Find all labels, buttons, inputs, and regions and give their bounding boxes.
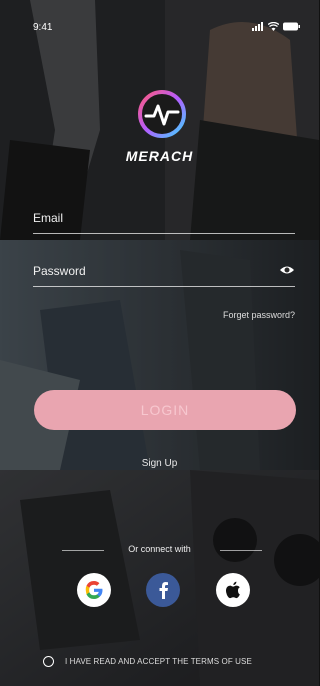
email-input[interactable]: [33, 205, 273, 231]
signal-icon: [252, 22, 263, 31]
apple-login-button[interactable]: [216, 573, 250, 607]
status-bar: 9:41: [0, 0, 319, 40]
social-divider: Or connect with: [0, 544, 319, 556]
terms-agreement[interactable]: I HAVE READ AND ACCEPT THE TERMS OF USE: [43, 654, 303, 668]
eye-icon[interactable]: [279, 264, 295, 276]
login-button[interactable]: LOGIN: [34, 390, 296, 430]
battery-icon: [283, 22, 300, 31]
facebook-icon: [159, 582, 168, 599]
terms-radio[interactable]: [43, 655, 54, 667]
facebook-login-button[interactable]: [146, 573, 180, 607]
brand-wordmark: MERACH: [125, 148, 194, 164]
forgot-password-link[interactable]: Forget password?: [223, 310, 295, 320]
login-screen: 9:41 MERACH Email Forget password? LOGIN…: [0, 0, 319, 686]
google-icon: [85, 581, 103, 599]
sign-up-link[interactable]: Sign Up: [0, 458, 319, 469]
google-login-button[interactable]: [77, 573, 111, 607]
status-icons: [252, 22, 301, 31]
status-time: 9:41: [33, 22, 53, 33]
password-input[interactable]: [33, 258, 273, 284]
merach-logo-icon: [138, 90, 186, 138]
divider-line-right: [220, 550, 262, 551]
email-field: [33, 205, 295, 234]
terms-label: I HAVE READ AND ACCEPT THE TERMS OF USE: [65, 656, 252, 666]
apple-icon: [226, 581, 240, 599]
social-divider-label: Or connect with: [128, 544, 191, 554]
wifi-icon: [268, 22, 279, 31]
password-field: [33, 258, 295, 287]
